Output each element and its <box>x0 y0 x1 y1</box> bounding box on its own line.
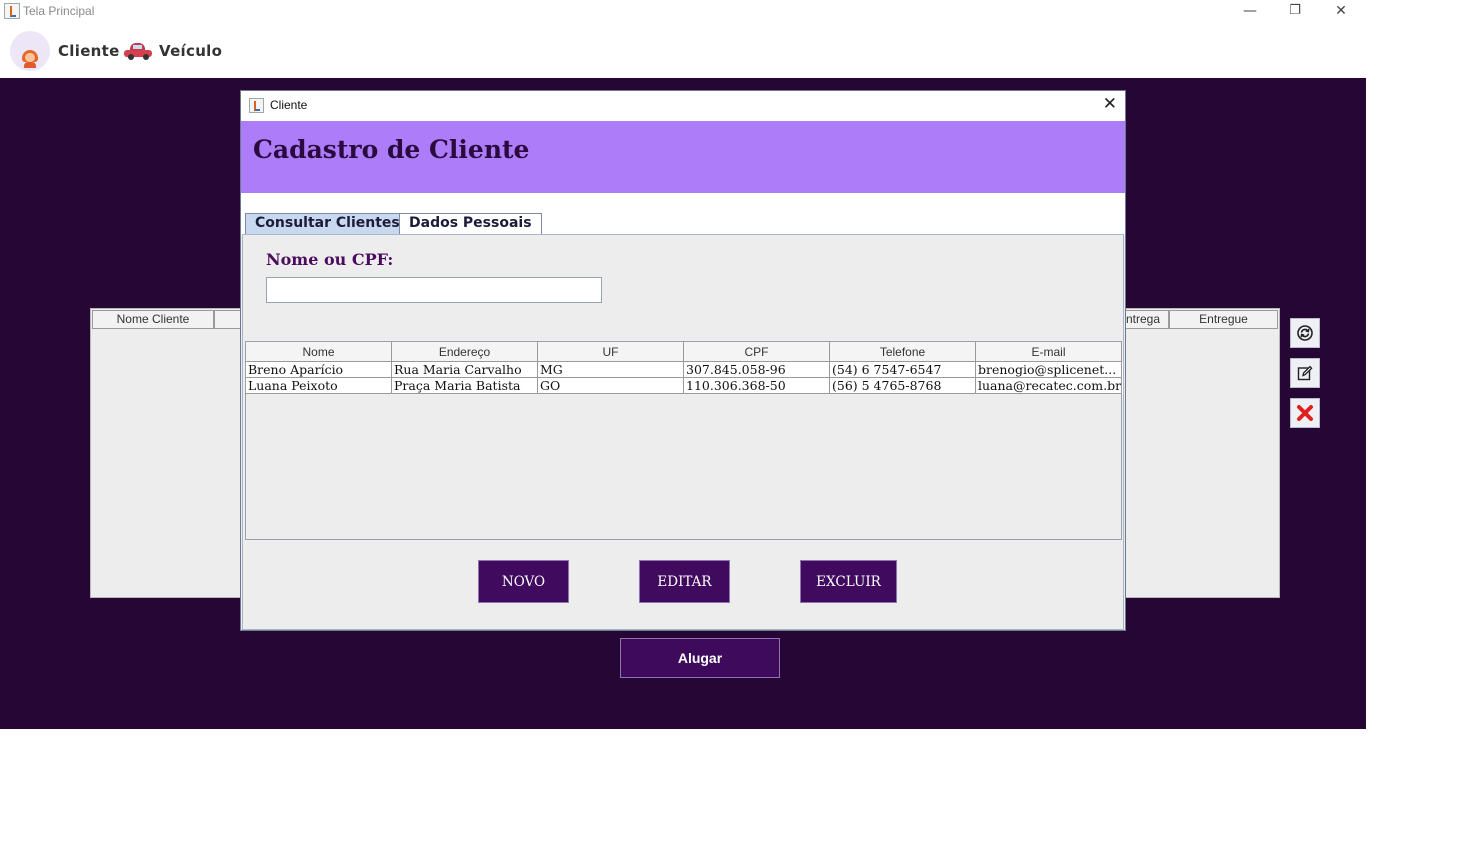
cell-nome: Breno Aparício <box>246 362 392 378</box>
cell-cpf: 110.306.368-50 <box>684 378 830 394</box>
cell-nome: Luana Peixoto <box>246 378 392 394</box>
cell-endereco: Rua Maria Carvalho <box>392 362 538 378</box>
banner-title: Cadastro de Cliente <box>253 135 530 164</box>
col-uf[interactable]: UF <box>538 342 684 362</box>
cell-uf: GO <box>538 378 684 394</box>
col-nome[interactable]: Nome <box>246 342 392 362</box>
refresh-icon <box>1297 325 1313 341</box>
col-telefone[interactable]: Telefone <box>830 342 976 362</box>
banner: Cadastro de Cliente <box>241 121 1125 193</box>
consultar-panel: Nome ou CPF: Nome Endereço UF CPF Telefo… <box>242 234 1124 630</box>
close-button[interactable]: ✕ <box>1318 0 1364 24</box>
alugar-button[interactable]: Alugar <box>620 638 780 678</box>
edit-icon <box>1297 365 1313 381</box>
menu-cliente-label: Cliente <box>58 42 120 60</box>
cliente-dialog: Cliente ✕ Cadastro de Cliente Consultar … <box>240 90 1126 631</box>
menu-bar: Cliente Veículo <box>0 24 1476 78</box>
col-endereco[interactable]: Endereço <box>392 342 538 362</box>
col-entregue[interactable]: Entregue <box>1169 310 1278 329</box>
java-app-icon <box>4 3 20 19</box>
col-hidden[interactable] <box>214 310 242 329</box>
menu-veiculo-label: Veículo <box>159 42 223 60</box>
delete-button[interactable] <box>1290 398 1320 428</box>
dialog-title: Cliente <box>270 98 308 112</box>
clients-table[interactable]: Nome Endereço UF CPF Telefone E-mail Bre… <box>245 341 1123 540</box>
cell-email: luana@recatec.com.br <box>976 378 1122 394</box>
dialog-close-button[interactable]: ✕ <box>1103 94 1117 114</box>
minimize-button[interactable]: — <box>1227 0 1273 24</box>
excluir-button[interactable]: EXCLUIR <box>800 560 897 603</box>
refresh-button[interactable] <box>1290 318 1320 348</box>
delete-icon <box>1297 405 1313 421</box>
cell-uf: MG <box>538 362 684 378</box>
cell-email: brenogio@splicenet... <box>976 362 1122 378</box>
dialog-titlebar: Cliente ✕ <box>241 91 1125 121</box>
cell-cpf: 307.845.058-96 <box>684 362 830 378</box>
window-titlebar: Tela Principal — ❐ ✕ <box>0 0 1476 24</box>
table-row[interactable]: Breno Aparício Rua Maria Carvalho MG 307… <box>246 362 1123 378</box>
edit-button[interactable] <box>1290 358 1320 388</box>
col-email[interactable]: E-mail <box>976 342 1122 362</box>
cell-endereco: Praça Maria Batista <box>392 378 538 394</box>
client-avatar-icon <box>10 31 50 71</box>
car-icon <box>123 42 153 60</box>
cell-telefone: (56) 5 4765-8768 <box>830 378 976 394</box>
table-row[interactable]: Luana Peixoto Praça Maria Batista GO 110… <box>246 378 1123 394</box>
col-cpf[interactable]: CPF <box>684 342 830 362</box>
java-app-icon <box>249 98 264 113</box>
search-label: Nome ou CPF: <box>266 250 394 269</box>
window-title: Tela Principal <box>23 4 95 18</box>
novo-button[interactable]: NOVO <box>478 560 569 603</box>
tab-consultar-clientes[interactable]: Consultar Clientes <box>245 213 410 234</box>
tab-dados-pessoais[interactable]: Dados Pessoais <box>399 213 542 234</box>
menu-cliente[interactable]: Cliente <box>10 24 120 78</box>
cell-telefone: (54) 6 7547-6547 <box>830 362 976 378</box>
restore-button[interactable]: ❐ <box>1272 0 1318 24</box>
col-data-entrega[interactable]: ntrega <box>1125 310 1169 329</box>
col-nome-cliente[interactable]: Nome Cliente <box>92 310 214 329</box>
editar-button[interactable]: EDITAR <box>639 560 730 603</box>
menu-veiculo[interactable]: Veículo <box>123 24 222 78</box>
search-input[interactable] <box>266 277 602 303</box>
